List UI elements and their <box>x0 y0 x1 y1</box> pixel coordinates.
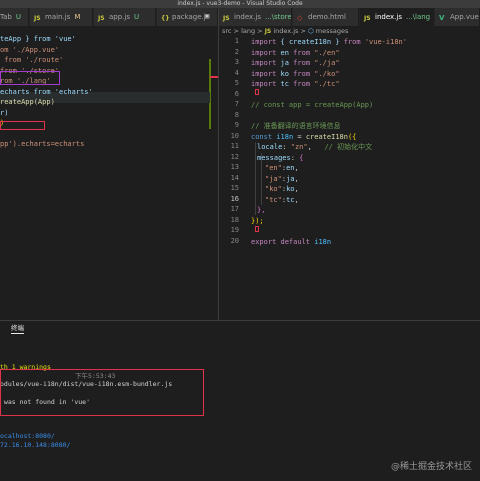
code-line-3: import ja from "./ja" <box>251 59 340 67</box>
code-line-1: import { createI18n } from 'vue-i18n' <box>251 38 407 46</box>
error-bracket-marker <box>255 226 259 232</box>
breadcrumb[interactable]: src > lang > JS index.js > ⬡ messages <box>222 26 348 37</box>
tab-app-vue[interactable]: V App.vue <box>435 8 480 26</box>
symbol-icon: ⬡ <box>307 27 316 35</box>
code-line-13: "en":en, <box>265 164 299 172</box>
annotation-box-lang-import <box>0 71 60 85</box>
code-line-16: "tc":tc, <box>265 195 299 204</box>
json-file-icon: {} <box>161 15 170 22</box>
tab-vue-file[interactable]: Tab U <box>0 8 29 26</box>
split-editor-icon[interactable]: ▣ <box>205 12 209 20</box>
code-line-17: }, <box>257 206 266 214</box>
code-line-12: messages: { <box>257 153 304 162</box>
code-line-7: // const app = createApp(App) <box>251 101 374 109</box>
tab-demo-html[interactable]: ◇ demo.html <box>293 8 359 26</box>
tab-app-js[interactable]: JS app.js U <box>94 8 156 26</box>
code-line-18: }); <box>251 216 264 225</box>
code-line: echarts from 'echarts' <box>0 87 93 96</box>
code-line: pp').echarts=echarts <box>0 140 85 148</box>
js-file-icon: JS <box>223 15 230 22</box>
tab-store-index-js[interactable]: JSindex.js...\store U <box>219 8 292 26</box>
code-line: r) <box>0 108 9 117</box>
code-line-2: import en from "./en" <box>251 48 340 57</box>
overview-ruler-mark <box>210 76 218 78</box>
tab-main-js[interactable]: JS main.js M <box>30 8 93 26</box>
html-file-icon: ◇ <box>297 14 303 22</box>
watermark: @稀土掘金技术社区 <box>390 462 472 472</box>
code-line: om './App.vue' <box>0 45 60 54</box>
annotation-box-error <box>0 369 204 416</box>
js-file-icon: JS <box>34 15 41 22</box>
code-line-11: locale: "zn", // 初始化中文 <box>257 143 373 151</box>
code-line: from './route' <box>0 56 64 64</box>
right-editor[interactable]: 1 2 3 4 5 6 7 8 9 10 11 12 13 14 15 16 1… <box>219 37 480 320</box>
code-line: reateApp(App) <box>0 98 55 106</box>
code-line-20: export default i18n <box>251 237 332 246</box>
code-line-15: "ko":ko, <box>265 185 299 193</box>
code-line-5: import tc from "./tc" <box>251 80 340 88</box>
right-tab-bar: JSindex.js...\store U ◇demo.html JSindex… <box>219 8 480 26</box>
code-line-9: // 准备翻译的语言环境信息 <box>251 122 341 130</box>
window-title: index.js - vue3-demo - Visual Studio Cod… <box>0 0 480 8</box>
terminal-network-url[interactable]: 72.16.10.148:8080/ <box>0 440 70 450</box>
left-editor[interactable]: teApp } from 'vue' om './App.vue' from '… <box>0 26 218 320</box>
left-tab-bar: Tab U JS main.js M JS app.js U {} package.j <box>0 8 218 26</box>
vue-file-icon: V <box>439 14 445 22</box>
tab-terminal[interactable]: 终端 <box>11 322 24 334</box>
code-line-10: const i18n = createI18n({ <box>251 132 357 141</box>
js-file-icon: JS <box>98 15 105 22</box>
code-line-4: import ko from "./ko" <box>251 69 340 78</box>
js-file-icon: JS <box>364 15 371 22</box>
tab-lang-index-js[interactable]: JSindex.js...\lang U× <box>360 8 434 26</box>
code-line-14: "ja":ja, <box>265 174 299 183</box>
code-line: teApp } from 'vue' <box>0 35 76 43</box>
annotation-box-mount <box>0 121 45 130</box>
